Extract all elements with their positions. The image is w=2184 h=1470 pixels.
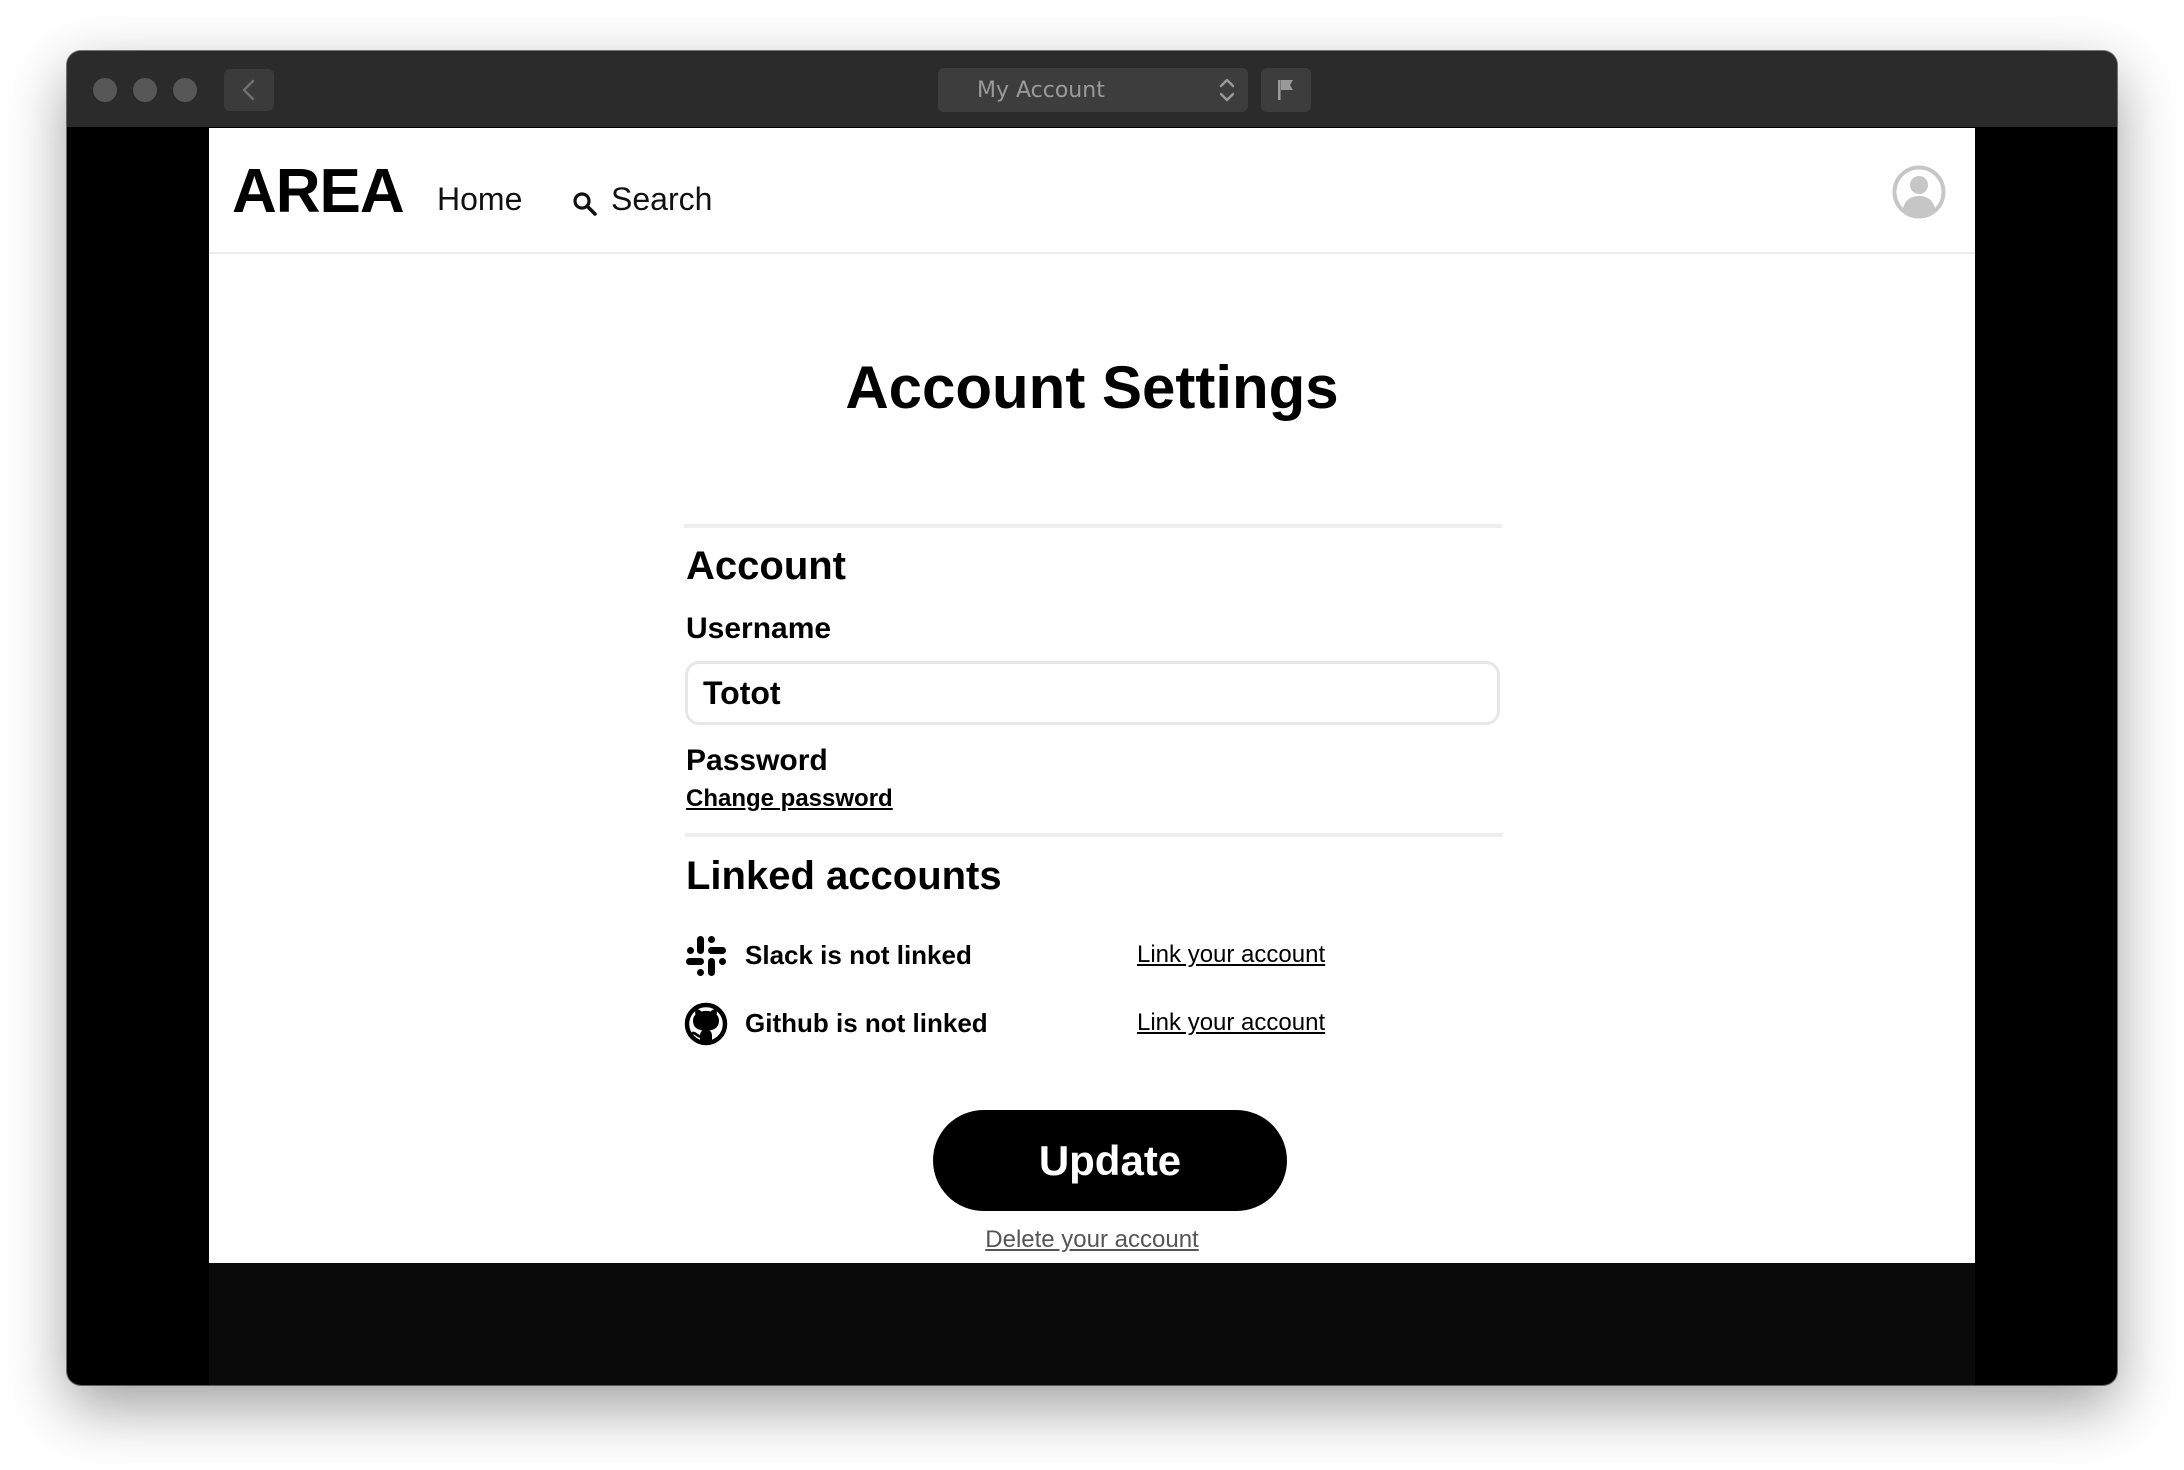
link-slack-account-link[interactable]: Link your account [1137, 941, 1325, 969]
browser-window: My Account AREA Home Search Account Sett… [67, 51, 2117, 1385]
zoom-window-button[interactable] [173, 78, 197, 102]
slack-icon [686, 936, 726, 976]
top-navbar: AREA Home Search [209, 128, 1975, 254]
chevron-updown-icon [1219, 78, 1235, 102]
github-icon [684, 1002, 728, 1046]
change-password-link[interactable]: Change password [686, 785, 893, 813]
flag-icon [1278, 80, 1293, 100]
page-select-label: My Account [977, 78, 1105, 103]
nav-search-link[interactable]: Search [571, 181, 712, 218]
linked-account-row-slack: Slack is not linked Link your account [683, 931, 1333, 981]
chevron-left-icon [242, 79, 255, 101]
nav-search-label: Search [611, 181, 713, 217]
page-title: Account Settings [845, 354, 1339, 421]
user-avatar-icon[interactable] [1892, 165, 1946, 219]
brand-logo[interactable]: AREA [232, 156, 405, 227]
section-divider [685, 833, 1503, 837]
page-bottom-area [209, 1263, 1975, 1385]
username-label: Username [686, 612, 832, 645]
password-label: Password [686, 744, 828, 777]
delete-account-link[interactable]: Delete your account [985, 1226, 1198, 1253]
close-window-button[interactable] [93, 78, 117, 102]
account-settings-content: Account Settings Account Username Passwo… [209, 254, 1975, 1263]
section-divider [684, 524, 1502, 528]
flag-button[interactable] [1261, 68, 1311, 112]
back-button[interactable] [224, 69, 274, 111]
nav-home-link[interactable]: Home [437, 181, 522, 218]
update-button[interactable]: Update [933, 1110, 1287, 1211]
slack-status-text: Slack is not linked [745, 940, 972, 970]
link-github-account-link[interactable]: Link your account [1137, 1009, 1325, 1037]
github-status-text: Github is not linked [745, 1008, 988, 1038]
search-icon [573, 192, 597, 216]
linked-account-row-github: Github is not linked Link your account [683, 999, 1333, 1049]
page-select[interactable]: My Account [938, 68, 1248, 112]
window-titlebar: My Account [67, 51, 2117, 127]
username-input[interactable] [685, 661, 1500, 725]
minimize-window-button[interactable] [133, 78, 157, 102]
linked-accounts-heading: Linked accounts [686, 854, 1002, 898]
delete-account-row: Delete your account [209, 1226, 1975, 1254]
account-section-heading: Account [686, 544, 846, 588]
page-viewport: AREA Home Search Account Settings Accoun… [209, 128, 1975, 1263]
